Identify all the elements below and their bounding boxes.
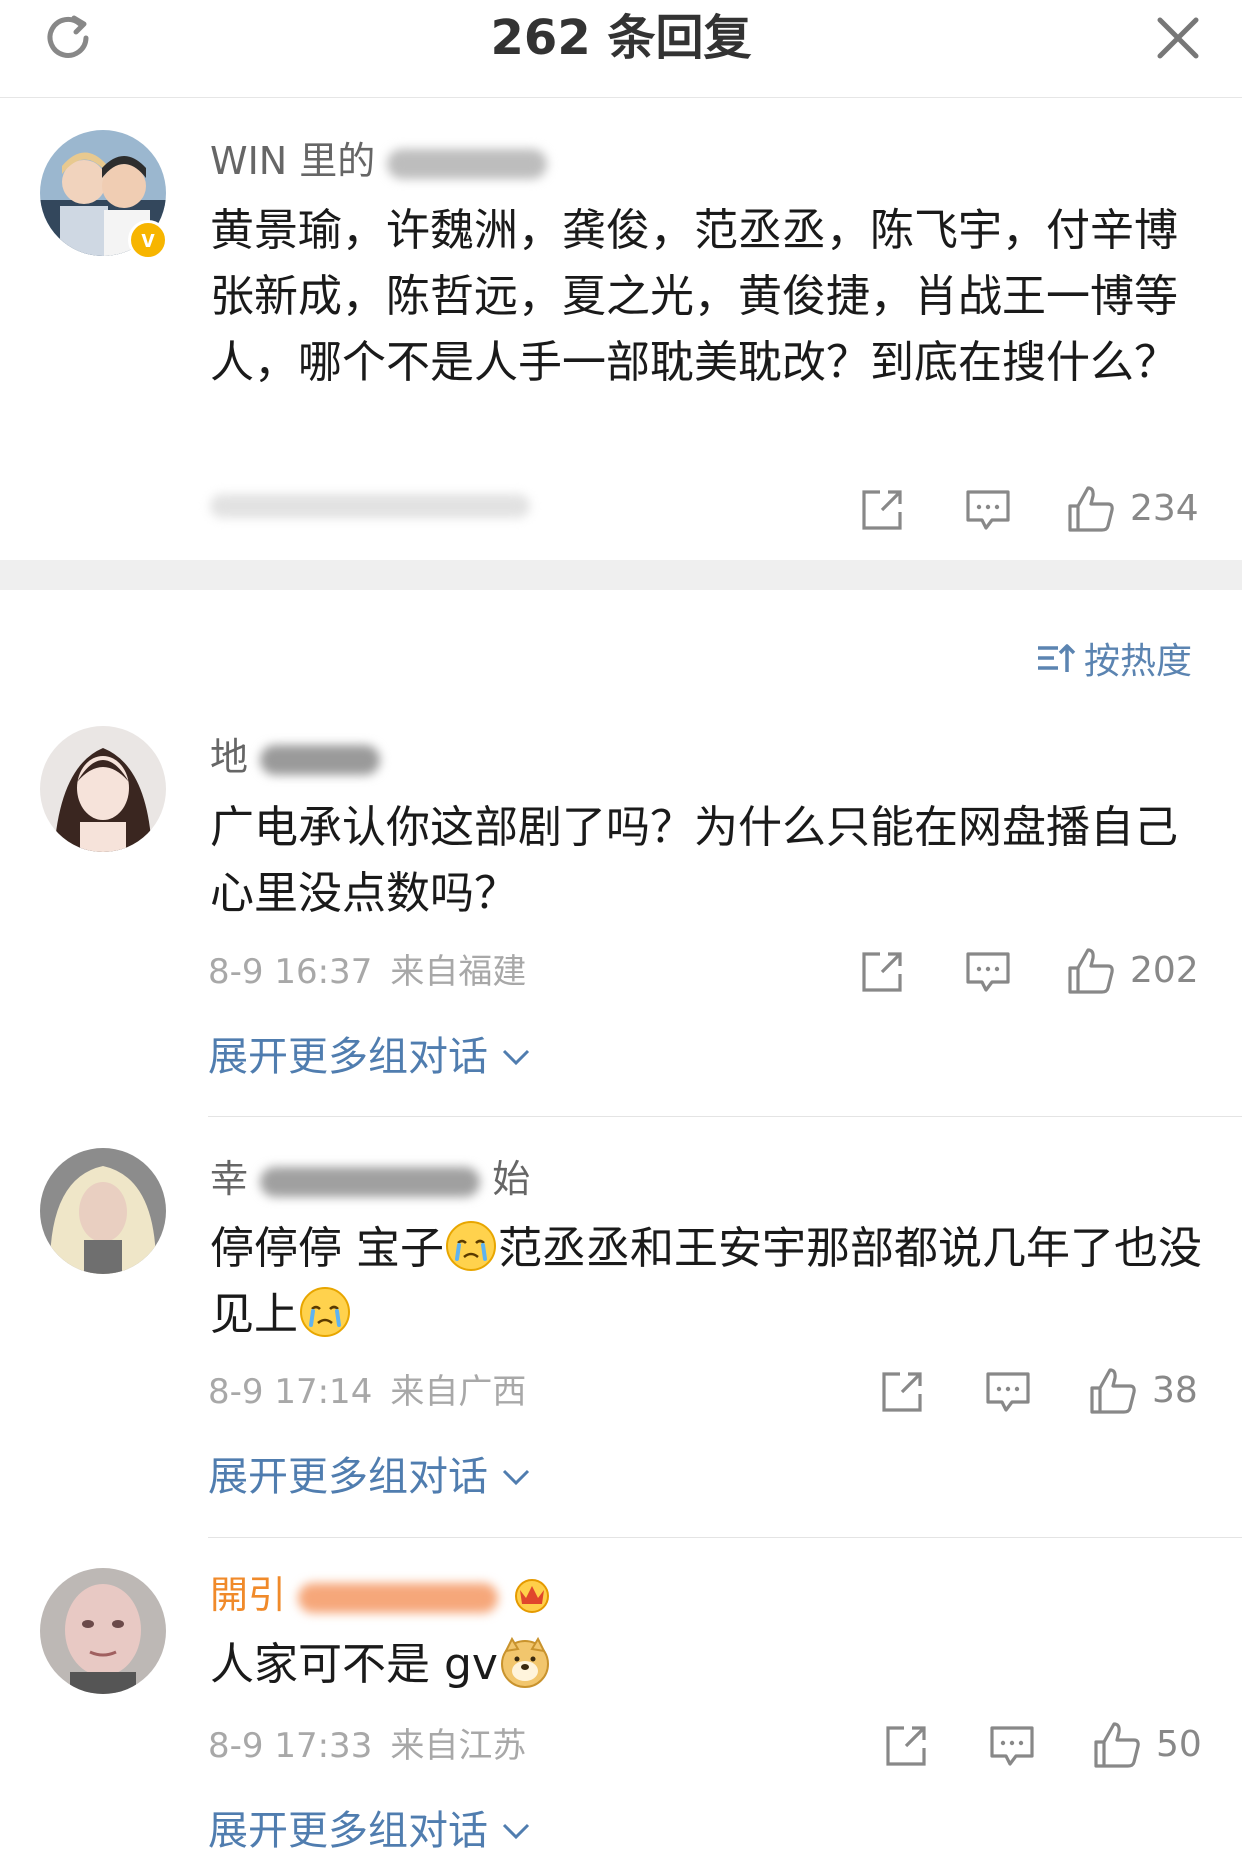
chevron-down-icon bbox=[502, 1049, 530, 1066]
username[interactable]: 地 bbox=[210, 732, 381, 782]
divider bbox=[208, 1116, 1242, 1117]
comment-text-part: 停停停 宝子 bbox=[210, 1223, 444, 1274]
redacted-name bbox=[260, 744, 381, 775]
comment-text: 黄景瑜，许魏洲，龚俊，范丞丞，陈飞宇，付辛博张新成，陈哲远，夏之光，黄俊捷，肖战… bbox=[210, 205, 1178, 388]
avatar[interactable] bbox=[40, 1568, 166, 1694]
like-button[interactable]: 202 bbox=[1066, 946, 1199, 996]
like-icon bbox=[1094, 1722, 1140, 1768]
share-icon[interactable] bbox=[878, 1368, 926, 1416]
sort-label: 按热度 bbox=[1084, 641, 1193, 682]
share-icon[interactable] bbox=[882, 1722, 930, 1770]
location: 来自福建 bbox=[390, 952, 527, 992]
redacted-name bbox=[387, 148, 548, 179]
comment-meta: 8-9 17:33 来自江苏 bbox=[208, 1724, 526, 1768]
username[interactable]: 開引 bbox=[210, 1570, 554, 1620]
redacted-name bbox=[298, 1582, 499, 1613]
location: 来自广西 bbox=[390, 1372, 527, 1412]
avatar[interactable] bbox=[40, 1148, 166, 1274]
redacted-meta bbox=[210, 494, 530, 518]
redacted-name bbox=[260, 1166, 481, 1197]
comment-meta: 8-9 17:14 来自广西 bbox=[208, 1370, 526, 1414]
like-count: 50 bbox=[1156, 1724, 1202, 1765]
username[interactable]: WIN 里的 bbox=[210, 136, 548, 186]
like-count: 202 bbox=[1130, 950, 1199, 991]
avatar[interactable] bbox=[40, 726, 166, 852]
sort-button[interactable]: 按热度 bbox=[1036, 632, 1192, 684]
like-icon bbox=[1090, 1368, 1136, 1414]
page-title: 262 条回复 bbox=[490, 10, 752, 66]
close-icon[interactable] bbox=[1148, 8, 1208, 68]
timestamp: 8-9 17:33 bbox=[208, 1726, 373, 1766]
section-divider bbox=[0, 560, 1242, 590]
expand-label: 展开更多组对话 bbox=[208, 1808, 488, 1854]
like-icon bbox=[1068, 948, 1114, 994]
username[interactable]: 幸 始 bbox=[210, 1154, 530, 1204]
comment-icon[interactable] bbox=[964, 948, 1012, 996]
crying-emoji bbox=[446, 1221, 496, 1271]
expand-label: 展开更多组对话 bbox=[208, 1454, 488, 1500]
expand-conversation-link[interactable]: 展开更多组对话 bbox=[208, 1452, 532, 1502]
chevron-down-icon bbox=[502, 1469, 530, 1486]
expand-label: 展开更多组对话 bbox=[208, 1034, 488, 1080]
like-count: 38 bbox=[1152, 1370, 1198, 1411]
like-button[interactable]: 234 bbox=[1066, 484, 1199, 534]
comment-text: 广电承认你这部剧了吗？为什么只能在网盘播自己心里没点数吗？ bbox=[210, 802, 1178, 919]
crying-emoji bbox=[300, 1287, 350, 1337]
like-button[interactable]: 38 bbox=[1088, 1366, 1198, 1416]
like-button[interactable]: 50 bbox=[1092, 1720, 1202, 1770]
comment-meta: 8-9 16:37 来自福建 bbox=[208, 950, 526, 994]
like-icon bbox=[1068, 486, 1114, 532]
header-bar: 262 条回复 bbox=[0, 0, 1242, 98]
expand-conversation-link[interactable]: 展开更多组对话 bbox=[208, 1806, 532, 1856]
share-icon[interactable] bbox=[858, 948, 906, 996]
like-count: 234 bbox=[1130, 488, 1199, 529]
chevron-down-icon bbox=[502, 1823, 530, 1840]
comment-icon[interactable] bbox=[964, 486, 1012, 534]
divider bbox=[208, 1537, 1242, 1538]
timestamp: 8-9 17:14 bbox=[208, 1372, 373, 1412]
comment-icon[interactable] bbox=[984, 1368, 1032, 1416]
crown-badge-icon bbox=[515, 1579, 550, 1613]
timestamp: 8-9 16:37 bbox=[208, 952, 373, 992]
doge-emoji bbox=[500, 1636, 549, 1688]
sort-icon bbox=[1038, 644, 1076, 672]
location: 来自江苏 bbox=[390, 1726, 527, 1766]
comment-icon[interactable] bbox=[988, 1722, 1036, 1770]
verified-badge: v bbox=[128, 220, 168, 260]
comment-text: 停停停 宝子 范丞丞和王安宇那部都说几年了也没见上 bbox=[210, 1216, 1210, 1348]
comment-text: 人家可不是 gv bbox=[210, 1632, 1210, 1698]
share-icon[interactable] bbox=[858, 486, 906, 534]
expand-conversation-link[interactable]: 展开更多组对话 bbox=[208, 1032, 532, 1082]
comment-text-part: 人家可不是 gv bbox=[210, 1639, 498, 1690]
